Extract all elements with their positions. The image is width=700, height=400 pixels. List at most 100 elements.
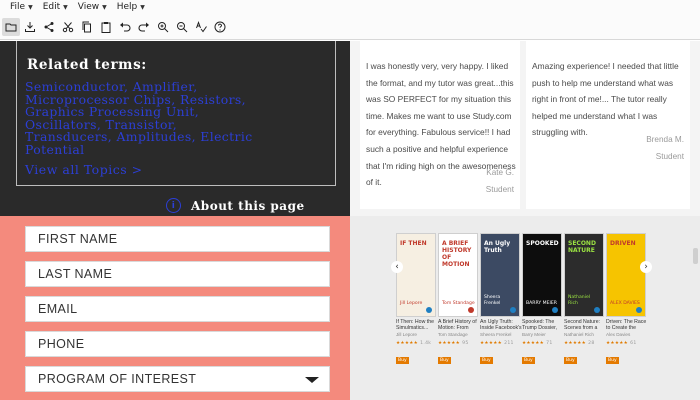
carousel-prev-icon[interactable]: ‹ xyxy=(391,261,403,273)
view-all-topics-link[interactable]: View all Topics > xyxy=(25,162,143,177)
review-text: Amazing experience! I needed that little… xyxy=(532,61,679,138)
email-input[interactable] xyxy=(38,302,329,316)
book-card[interactable]: A BRIEF HISTORY OF MOTION Tom Standage A B… xyxy=(438,233,480,365)
about-this-page-link[interactable]: i About this page xyxy=(166,198,305,213)
paste-icon[interactable] xyxy=(97,18,115,36)
book-cover[interactable]: SPOOKED BARRY MEIER xyxy=(522,233,562,317)
book-card[interactable]: DRIVEN ALEX DAVIES Driven: The Race to Cre… xyxy=(606,233,648,365)
buy-button[interactable]: Buy xyxy=(606,357,619,364)
book-rating: ★★★★★ 211 xyxy=(480,341,522,346)
first-name-input[interactable] xyxy=(38,232,329,246)
book-title[interactable]: If Then: How the Simulmatics... xyxy=(396,319,438,332)
phone-input[interactable] xyxy=(38,337,329,351)
book-cover[interactable]: IF THEN Jill Lepore xyxy=(396,233,436,317)
audible-badge-icon xyxy=(552,307,558,313)
folder-open-icon[interactable] xyxy=(2,17,20,36)
reviews-panel: I was honestly very, very happy. I liked… xyxy=(350,41,700,216)
book-rating: ★★★★★ 1.4k xyxy=(396,341,438,346)
menu-view-label: View xyxy=(77,2,100,12)
info-icon: i xyxy=(166,198,181,213)
book-carousel-panel: IF THEN Jill Lepore If Then: How the Simul… xyxy=(350,216,700,400)
buy-button[interactable]: Buy xyxy=(564,357,577,364)
copy-icon[interactable] xyxy=(78,18,96,36)
help-icon[interactable] xyxy=(211,18,229,36)
book-cover-author: Sheera Frenkel xyxy=(484,295,501,306)
chevron-down-icon xyxy=(305,377,319,383)
star-rating-icon: ★★★★★ xyxy=(480,341,503,346)
menu-help[interactable]: Help ▼ xyxy=(117,2,145,12)
scrollbar-thumb[interactable] xyxy=(693,248,698,264)
menu-file[interactable]: File ▼ xyxy=(10,2,33,12)
book-cover-author: BARRY MEIER xyxy=(526,300,557,306)
book-title[interactable]: Second Nature: Scenes from a World Remad… xyxy=(564,319,606,332)
rating-count: 61 xyxy=(630,341,637,346)
review-author-name: Kate G. xyxy=(486,168,514,177)
caret-down-icon: ▼ xyxy=(28,3,33,11)
caret-down-icon: ▼ xyxy=(140,3,145,11)
book-author: Alex Davies xyxy=(606,332,631,337)
book-cover[interactable]: An Ugly Truth Sheera Frenkel xyxy=(480,233,520,317)
first-name-field[interactable] xyxy=(25,226,330,252)
book-cover-author: Nathaniel Rich xyxy=(568,295,591,306)
book-cover[interactable]: SECOND NATURE Nathaniel Rich xyxy=(564,233,604,317)
spellcheck-icon[interactable] xyxy=(192,18,210,36)
related-terms-box: Related terms: Semiconductor, Amplifier,… xyxy=(16,41,336,186)
book-card[interactable]: SPOOKED BARRY MEIER Spooked: The Trump Dos… xyxy=(522,233,564,365)
book-title[interactable]: A Brief History of Motion: From the... xyxy=(438,319,480,332)
related-terms-links: Semiconductor, Amplifier, Microprocessor… xyxy=(25,80,335,157)
redo-icon[interactable] xyxy=(135,18,153,36)
scissors-icon[interactable] xyxy=(59,18,77,36)
phone-field[interactable] xyxy=(25,331,330,357)
book-cover-title: An Ugly Truth xyxy=(484,240,511,254)
book-rating: ★★★★★ 28 xyxy=(564,341,606,346)
menu-bar: File ▼ Edit ▼ View ▼ Help ▼ xyxy=(0,0,700,14)
menu-edit[interactable]: Edit ▼ xyxy=(43,2,68,12)
review-author-role: Student xyxy=(485,185,514,194)
book-title[interactable]: An Ugly Truth: Inside Facebook's Battle … xyxy=(480,319,522,332)
book-rating: ★★★★★ 95 xyxy=(438,341,480,346)
zoom-out-icon[interactable] xyxy=(173,18,191,36)
book-card[interactable]: An Ugly Truth Sheera Frenkel An Ugly Truth… xyxy=(480,233,522,365)
buy-button[interactable]: Buy xyxy=(396,357,409,364)
rating-count: 28 xyxy=(588,341,595,346)
book-cover-title: SPOOKED xyxy=(526,240,559,247)
undo-icon[interactable] xyxy=(116,18,134,36)
buy-button[interactable]: Buy xyxy=(522,357,535,364)
book-author: Barry Meier xyxy=(522,332,546,337)
book-card[interactable]: IF THEN Jill Lepore If Then: How the Simul… xyxy=(396,233,438,365)
menu-edit-label: Edit xyxy=(42,2,61,12)
book-cover[interactable]: A BRIEF HISTORY OF MOTION Tom Standage xyxy=(438,233,478,317)
menu-view[interactable]: View ▼ xyxy=(78,2,107,12)
related-term-line[interactable]: Potential xyxy=(25,143,335,157)
buy-button[interactable]: Buy xyxy=(480,357,493,364)
book-card[interactable]: SECOND NATURE Nathaniel Rich Second Nature… xyxy=(564,233,606,365)
book-shelf: IF THEN Jill Lepore If Then: How the Simul… xyxy=(396,233,648,365)
carousel-next-icon[interactable]: › xyxy=(640,261,652,273)
review-author-role: Student xyxy=(655,152,684,161)
related-terms-title: Related terms: xyxy=(27,57,147,73)
book-title[interactable]: Driven: The Race to Create the Autonomou… xyxy=(606,319,648,332)
book-rating: ★★★★★ 61 xyxy=(606,341,648,346)
email-field[interactable] xyxy=(25,296,330,322)
star-rating-icon: ★★★★★ xyxy=(522,341,545,346)
review-author-name: Brenda M. xyxy=(646,135,684,144)
star-rating-icon: ★★★★★ xyxy=(606,341,629,346)
caret-down-icon: ▼ xyxy=(102,3,107,11)
book-title[interactable]: Spooked: The Trump Dossier, Black Cube,.… xyxy=(522,319,564,332)
menu-file-label: File xyxy=(10,2,26,12)
buy-button[interactable]: Buy xyxy=(438,357,451,364)
book-cover[interactable]: DRIVEN ALEX DAVIES xyxy=(606,233,646,317)
download-icon[interactable] xyxy=(21,18,39,36)
last-name-input[interactable] xyxy=(38,267,329,281)
toolbar xyxy=(0,14,700,40)
last-name-field[interactable] xyxy=(25,261,330,287)
book-cover-title: IF THEN xyxy=(400,240,427,247)
caret-down-icon: ▼ xyxy=(63,3,68,11)
rating-count: 71 xyxy=(546,341,553,346)
audible-badge-icon xyxy=(636,307,642,313)
rating-count: 1.4k xyxy=(420,341,432,346)
program-select[interactable]: PROGRAM OF INTEREST xyxy=(25,366,330,392)
share-icon[interactable] xyxy=(40,18,58,36)
book-author: Tom Standage xyxy=(438,332,468,337)
zoom-in-icon[interactable] xyxy=(154,18,172,36)
